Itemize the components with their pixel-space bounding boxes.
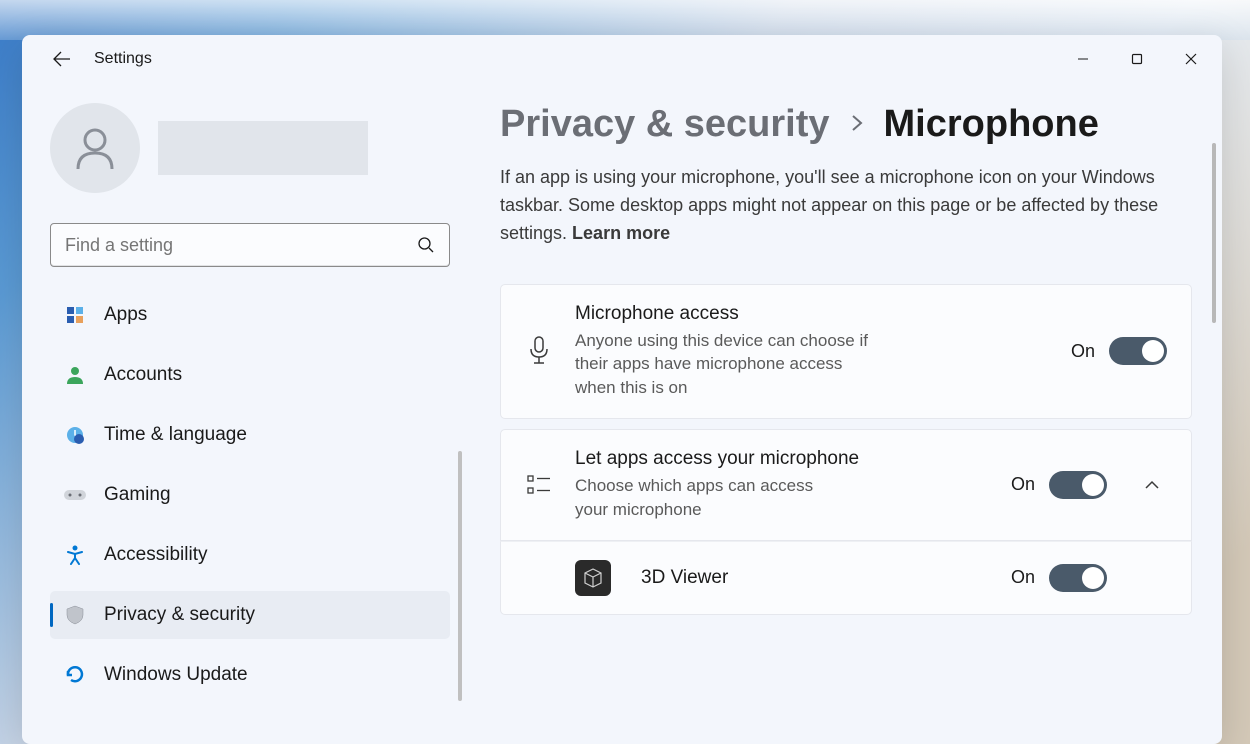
toggle-state: On	[1071, 341, 1095, 362]
breadcrumb: Privacy & security Microphone	[500, 103, 1192, 146]
minimize-button[interactable]	[1060, 43, 1106, 75]
sidebar-item-label: Privacy & security	[104, 604, 255, 626]
app-3dviewer-toggle[interactable]	[1049, 564, 1107, 592]
user-profile[interactable]	[50, 103, 450, 193]
nav: Apps Accounts Time & language	[50, 291, 450, 699]
search-icon	[417, 236, 435, 254]
main-scrollbar[interactable]	[1212, 143, 1216, 323]
sidebar-scrollbar[interactable]	[458, 451, 462, 701]
sidebar-item-label: Gaming	[104, 484, 171, 506]
user-name	[158, 121, 368, 175]
mic-access-card: Microphone access Anyone using this devi…	[500, 284, 1192, 419]
accounts-icon	[64, 364, 86, 386]
sidebar-item-label: Accessibility	[104, 544, 207, 566]
breadcrumb-parent[interactable]: Privacy & security	[500, 103, 830, 146]
microphone-icon	[525, 336, 553, 366]
settings-window: Settings	[22, 35, 1222, 744]
sidebar-item-time[interactable]: Time & language	[50, 411, 450, 459]
update-icon	[64, 664, 86, 686]
card-subtitle: Choose which apps can access your microp…	[575, 474, 845, 522]
avatar	[50, 103, 140, 193]
app-access-card: Let apps access your microphone Choose w…	[500, 429, 1192, 541]
main-content: Privacy & security Microphone If an app …	[480, 83, 1222, 744]
search-box[interactable]	[50, 223, 450, 267]
card-title: Let apps access your microphone	[575, 448, 989, 470]
titlebar: Settings	[22, 35, 1222, 83]
back-arrow-icon	[53, 50, 71, 68]
sidebar-item-label: Windows Update	[104, 664, 248, 686]
sidebar-item-accessibility[interactable]: Accessibility	[50, 531, 450, 579]
sidebar-item-privacy[interactable]: Privacy & security	[50, 591, 450, 639]
sidebar-item-accounts[interactable]: Accounts	[50, 351, 450, 399]
sidebar-item-gaming[interactable]: Gaming	[50, 471, 450, 519]
sidebar: Apps Accounts Time & language	[50, 83, 480, 744]
close-button[interactable]	[1168, 43, 1214, 75]
expand-button[interactable]	[1137, 480, 1167, 490]
apps-icon	[64, 304, 86, 326]
chevron-up-icon	[1144, 480, 1160, 490]
page-description: If an app is using your microphone, you'…	[500, 164, 1180, 248]
card-title: Microphone access	[575, 303, 1049, 325]
sidebar-item-label: Accounts	[104, 364, 182, 386]
app-row-3dviewer: 3D Viewer On	[500, 541, 1192, 615]
sidebar-item-label: Apps	[104, 304, 147, 326]
gaming-icon	[64, 484, 86, 506]
mic-access-toggle[interactable]	[1109, 337, 1167, 365]
card-subtitle: Anyone using this device can choose if t…	[575, 329, 885, 400]
maximize-button[interactable]	[1114, 43, 1160, 75]
chevron-right-icon	[850, 109, 864, 140]
app-name: 3D Viewer	[633, 567, 989, 589]
accessibility-icon	[64, 544, 86, 566]
breadcrumb-current: Microphone	[884, 103, 1099, 146]
toggle-state: On	[1011, 567, 1035, 588]
minimize-icon	[1077, 53, 1089, 65]
list-icon	[525, 474, 553, 496]
back-button[interactable]	[42, 39, 82, 79]
app-icon-3dviewer	[575, 560, 611, 596]
person-icon	[70, 123, 120, 173]
learn-more-link[interactable]: Learn more	[572, 223, 670, 243]
sidebar-item-update[interactable]: Windows Update	[50, 651, 450, 699]
sidebar-item-label: Time & language	[104, 424, 247, 446]
close-icon	[1185, 53, 1197, 65]
toggle-state: On	[1011, 474, 1035, 495]
app-access-toggle[interactable]	[1049, 471, 1107, 499]
app-title: Settings	[94, 50, 152, 68]
time-icon	[64, 424, 86, 446]
maximize-icon	[1131, 53, 1143, 65]
privacy-icon	[64, 604, 86, 626]
search-input[interactable]	[65, 235, 417, 256]
sidebar-item-apps[interactable]: Apps	[50, 291, 450, 339]
